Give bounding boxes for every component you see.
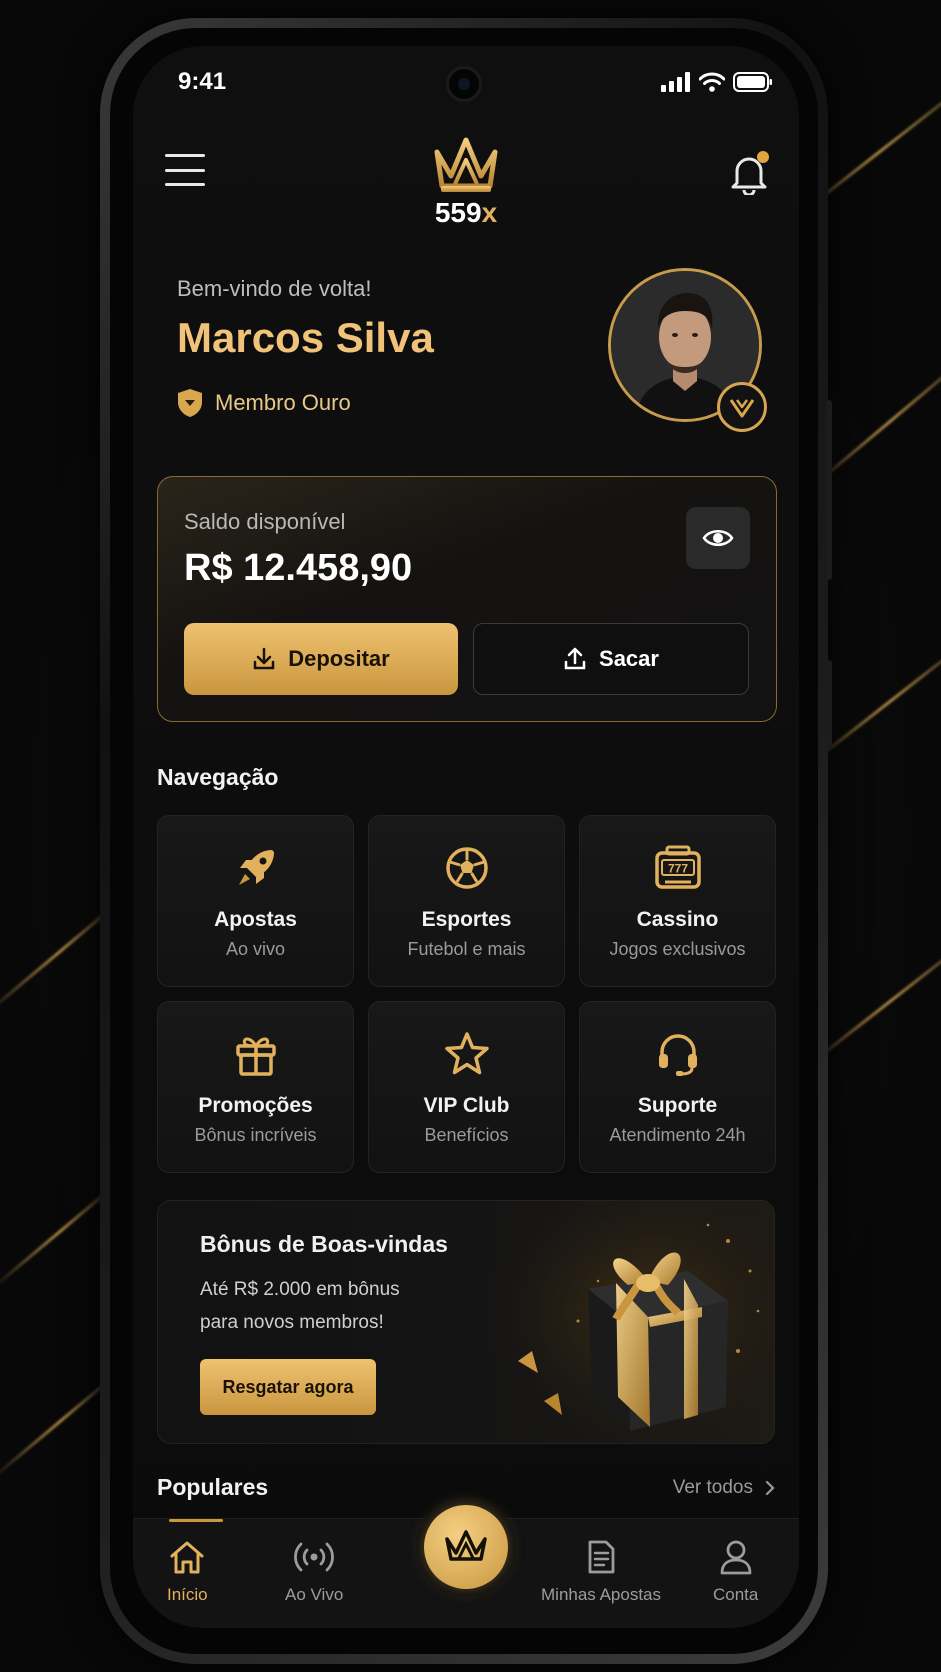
tile-subtitle: Bônus incríveis bbox=[194, 1125, 317, 1145]
nav-home[interactable]: Início bbox=[167, 1539, 208, 1605]
status-icons bbox=[661, 72, 773, 92]
user-name: Marcos Silva bbox=[177, 314, 434, 361]
active-indicator bbox=[169, 1519, 223, 1522]
tile-title: Esportes bbox=[421, 908, 512, 931]
app-screen: 9:41 559x Bem-vindo de volta! Marcos Sil… bbox=[133, 46, 799, 1628]
tile-subtitle: Benefícios bbox=[424, 1125, 509, 1145]
menu-line bbox=[165, 154, 205, 157]
membership-badge: Membro Ouro bbox=[177, 388, 351, 418]
deposit-button[interactable]: Depositar bbox=[184, 623, 458, 695]
status-time: 9:41 bbox=[178, 68, 227, 95]
crown-center-button[interactable] bbox=[424, 1505, 508, 1589]
svg-text:777: 777 bbox=[667, 862, 687, 876]
see-all-link[interactable]: Ver todos bbox=[673, 1477, 775, 1499]
nav-tile-vip-club[interactable]: VIP Club Benefícios bbox=[368, 1001, 565, 1173]
balance-card: Saldo disponível R$ 12.458,90 Depositar … bbox=[157, 476, 777, 722]
nav-account[interactable]: Conta bbox=[713, 1539, 758, 1605]
upload-icon bbox=[564, 647, 586, 670]
soccer-ball-icon bbox=[441, 842, 493, 894]
notifications-button[interactable] bbox=[727, 151, 771, 197]
greeting-text: Bem-vindo de volta! bbox=[177, 276, 372, 301]
gift-box-image bbox=[488, 1201, 774, 1443]
nav-tile-esportes[interactable]: Esportes Futebol e mais bbox=[368, 815, 565, 987]
nav-my-bets-label: Minhas Apostas bbox=[541, 1585, 662, 1604]
slot-machine-icon: 777 bbox=[652, 842, 704, 894]
tile-title: Cassino bbox=[636, 908, 719, 931]
brand-logo[interactable]: 559x bbox=[406, 136, 526, 229]
navigation-grid: Apostas Ao vivo Esportes Futebol e mais … bbox=[157, 815, 776, 1173]
menu-line bbox=[165, 183, 205, 186]
nav-tile-promocoes[interactable]: Promoções Bônus incríveis bbox=[157, 1001, 354, 1173]
chevron-right-icon bbox=[765, 1480, 775, 1495]
signal-icon bbox=[661, 72, 690, 92]
tile-subtitle: Ao vivo bbox=[225, 939, 286, 959]
deposit-label: Depositar bbox=[288, 646, 390, 671]
toggle-balance-visibility-button[interactable] bbox=[686, 507, 750, 569]
balance-label: Saldo disponível bbox=[184, 509, 346, 534]
vip-badge bbox=[717, 382, 767, 432]
crown-icon bbox=[434, 137, 498, 192]
promo-description: Até R$ 2.000 em bônus para novos membros… bbox=[200, 1273, 460, 1339]
home-icon bbox=[170, 1541, 204, 1574]
tile-subtitle: Atendimento 24h bbox=[609, 1125, 746, 1145]
nav-account-label: Conta bbox=[713, 1585, 759, 1604]
headset-icon bbox=[652, 1028, 704, 1080]
nav-tile-suporte[interactable]: Suporte Atendimento 24h bbox=[579, 1001, 776, 1173]
menu-line bbox=[165, 168, 205, 172]
see-all-label: Ver todos bbox=[672, 1476, 753, 1498]
nav-tile-apostas[interactable]: Apostas Ao vivo bbox=[157, 815, 354, 987]
front-camera bbox=[446, 66, 482, 102]
user-icon bbox=[720, 1540, 752, 1575]
shield-icon bbox=[178, 389, 202, 417]
gift-icon bbox=[230, 1028, 282, 1080]
balance-value: R$ 12.458,90 bbox=[184, 547, 413, 589]
eye-icon bbox=[702, 530, 734, 546]
popular-title: Populares bbox=[157, 1474, 269, 1500]
nav-home-label: Início bbox=[167, 1585, 208, 1604]
withdraw-label: Sacar bbox=[599, 646, 659, 671]
document-icon bbox=[588, 1540, 615, 1574]
live-broadcast-icon bbox=[294, 1542, 335, 1572]
promo-line-1: Até R$ 2.000 em bônus bbox=[200, 1279, 400, 1300]
nav-tile-cassino[interactable]: 777 Cassino Jogos exclusivos bbox=[579, 815, 776, 987]
wifi-icon bbox=[699, 72, 725, 92]
phone-side-button bbox=[826, 400, 832, 580]
rocket-icon bbox=[230, 842, 282, 894]
navigation-title: Navegação bbox=[157, 764, 279, 790]
menu-button[interactable] bbox=[165, 154, 205, 186]
download-icon bbox=[254, 647, 275, 670]
tile-title: VIP Club bbox=[423, 1094, 510, 1117]
bottom-navigation: Início Ao Vivo Minhas Apostas Conta bbox=[133, 1497, 799, 1628]
phone-side-button bbox=[826, 660, 832, 750]
nav-my-bets[interactable]: Minhas Apostas bbox=[541, 1539, 661, 1605]
crown-icon bbox=[445, 1530, 487, 1561]
membership-label: Membro Ouro bbox=[215, 390, 351, 415]
brand-name: 559x bbox=[434, 197, 498, 228]
promo-line-2: para novos membros! bbox=[200, 1312, 384, 1333]
notification-dot bbox=[757, 151, 769, 163]
promo-title: Bônus de Boas-vindas bbox=[200, 1231, 448, 1257]
star-icon bbox=[441, 1028, 493, 1080]
welcome-bonus-banner[interactable]: Bônus de Boas-vindas Até R$ 2.000 em bôn… bbox=[157, 1200, 775, 1444]
vip-chevron-icon bbox=[729, 399, 755, 418]
tile-title: Promoções bbox=[198, 1094, 313, 1117]
claim-bonus-button[interactable]: Resgatar agora bbox=[200, 1359, 376, 1415]
battery-icon bbox=[733, 72, 772, 92]
nav-live-label: Ao Vivo bbox=[285, 1585, 344, 1604]
tile-title: Apostas bbox=[214, 908, 297, 931]
tile-title: Suporte bbox=[637, 1094, 718, 1117]
withdraw-button[interactable]: Sacar bbox=[473, 623, 749, 695]
nav-live[interactable]: Ao Vivo bbox=[285, 1539, 343, 1605]
tile-subtitle: Jogos exclusivos bbox=[609, 939, 746, 959]
tile-subtitle: Futebol e mais bbox=[407, 939, 526, 959]
